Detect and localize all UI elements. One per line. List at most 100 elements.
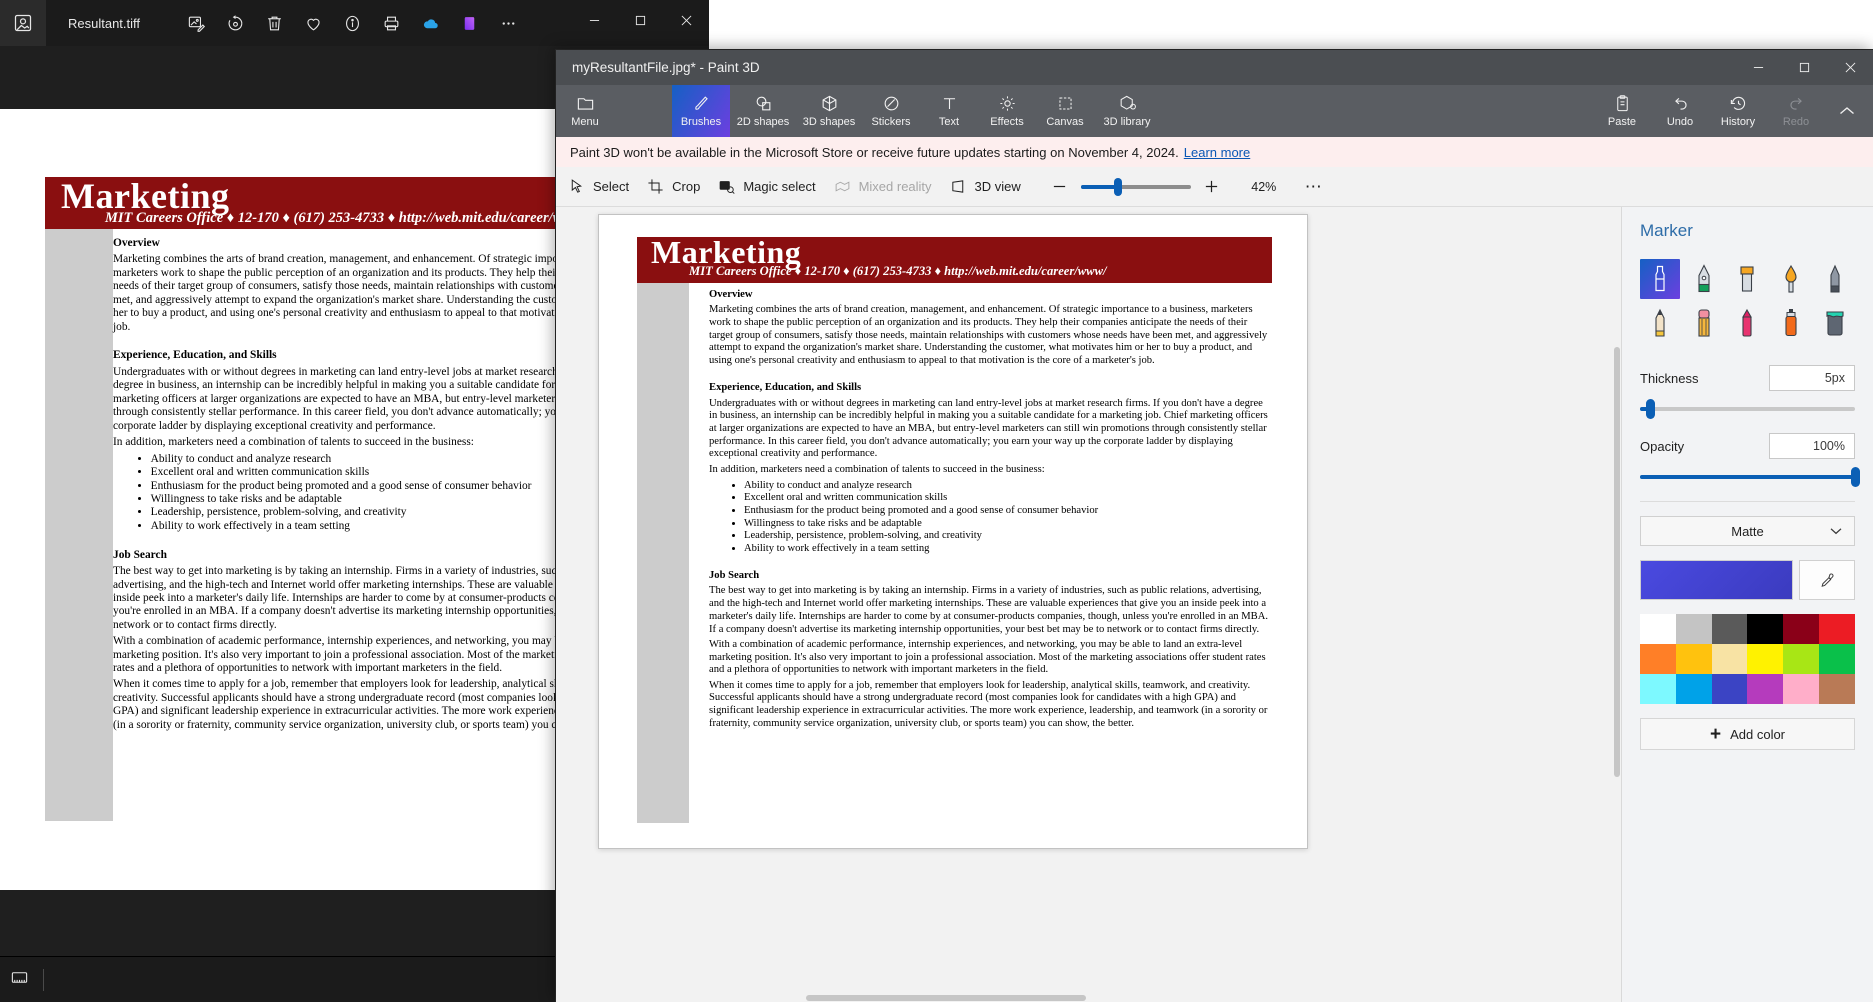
color-swatch[interactable]	[1783, 644, 1820, 674]
ribbon-tab-canvas[interactable]: Canvas	[1036, 85, 1094, 137]
color-swatch[interactable]	[1711, 644, 1748, 674]
ribbon-tab-2d-shapes[interactable]: 2D shapes	[730, 85, 796, 137]
zoom-slider[interactable]	[1080, 177, 1191, 196]
more-ellipsis-icon[interactable]: ⋯	[1305, 177, 1323, 197]
color-swatch[interactable]	[1819, 644, 1855, 674]
color-swatch[interactable]	[1819, 614, 1855, 644]
color-swatch[interactable]	[1640, 674, 1676, 704]
crop-tool-button[interactable]: Crop	[647, 178, 700, 195]
thickness-input[interactable]: 5px	[1769, 365, 1855, 391]
minus-icon[interactable]	[1049, 176, 1071, 198]
ribbon-undo-button[interactable]: Undo	[1651, 85, 1709, 137]
ribbon-tab-text[interactable]: Text	[920, 85, 978, 137]
paint3d-window: myResultantFile.jpg* - Paint 3D Menu Bru…	[556, 50, 1873, 1002]
panel-divider	[1640, 501, 1855, 502]
canvas-horizontal-scrollbar[interactable]	[556, 994, 1621, 1002]
favorite-heart-icon[interactable]	[301, 11, 325, 35]
color-swatch[interactable]	[1819, 674, 1855, 704]
doc-bullet-item: Leadership, persistence, problem-solving…	[744, 530, 1269, 543]
thickness-slider-thumb[interactable]	[1646, 399, 1656, 419]
edit-image-icon[interactable]	[184, 11, 208, 35]
add-color-button[interactable]: + Add color	[1640, 718, 1855, 750]
magic-select-button[interactable]: Magic select	[718, 178, 816, 195]
gradient-tile-icon[interactable]	[457, 11, 481, 35]
fit-to-window-icon[interactable]	[10, 968, 29, 992]
color-swatch[interactable]	[1675, 674, 1712, 704]
opacity-input[interactable]: 100%	[1769, 433, 1855, 459]
minimize-button[interactable]	[571, 0, 617, 40]
color-swatch[interactable]	[1711, 614, 1748, 644]
more-ellipsis-icon[interactable]	[496, 11, 520, 35]
doc-sidebar-paint	[637, 283, 689, 823]
ribbon-tab-stickers[interactable]: Stickers	[862, 85, 920, 137]
paint3d-artboard[interactable]: Marketing MIT Careers Office ♦ 12-170 ♦ …	[598, 214, 1308, 849]
doc-bullet-item: Excellent oral and written communication…	[744, 492, 1269, 505]
opacity-slider-thumb[interactable]	[1850, 467, 1860, 487]
crayon-brush[interactable]	[1728, 303, 1768, 343]
ribbon-paste-button[interactable]: Paste	[1593, 85, 1651, 137]
paint3d-canvas-viewport[interactable]: Marketing MIT Careers Office ♦ 12-170 ♦ …	[556, 207, 1621, 1002]
color-swatch[interactable]	[1747, 614, 1784, 644]
color-swatch[interactable]	[1783, 614, 1820, 644]
color-swatch[interactable]	[1675, 644, 1712, 674]
chevron-up-icon[interactable]	[1825, 85, 1869, 137]
color-swatch[interactable]	[1640, 614, 1676, 644]
opacity-slider[interactable]	[1640, 467, 1860, 487]
photos-file-title: Resultant.tiff	[68, 15, 141, 31]
ribbon-tab-effects[interactable]: Effects	[978, 85, 1036, 137]
color-swatch[interactable]	[1640, 644, 1676, 674]
info-icon[interactable]	[340, 11, 364, 35]
material-select[interactable]: Matte	[1640, 516, 1855, 546]
maximize-button[interactable]	[1781, 50, 1827, 85]
thickness-row: Thickness 5px	[1640, 365, 1855, 391]
deprecation-banner-text: Paint 3D won't be available in the Micro…	[570, 144, 1179, 160]
chevron-down-icon	[1830, 528, 1842, 535]
ribbon-history-button[interactable]: History	[1709, 85, 1767, 137]
onedrive-cloud-icon[interactable]	[418, 11, 442, 35]
print-icon[interactable]	[379, 11, 403, 35]
pixel-pen-brush[interactable]	[1815, 259, 1855, 299]
pencil-brush[interactable]	[1640, 303, 1680, 343]
color-swatch[interactable]	[1747, 644, 1784, 674]
fill-bucket-brush[interactable]	[1815, 303, 1855, 343]
spray-can-brush[interactable]	[1771, 303, 1811, 343]
calligraphy-pen-brush[interactable]	[1684, 259, 1724, 299]
brush-grid	[1640, 259, 1855, 343]
scrollbar-thumb[interactable]	[806, 995, 1086, 1001]
color-swatch[interactable]	[1747, 674, 1784, 704]
eyedropper-icon[interactable]	[1799, 560, 1855, 600]
color-swatch[interactable]	[1675, 614, 1712, 644]
canvas-vertical-scrollbar[interactable]	[1613, 207, 1621, 1002]
delete-icon[interactable]	[262, 11, 286, 35]
learn-more-link[interactable]: Learn more	[1184, 145, 1250, 160]
select-tool-button[interactable]: Select	[568, 178, 629, 195]
ribbon-menu-button[interactable]: Menu	[556, 85, 614, 137]
oil-brush[interactable]	[1728, 259, 1768, 299]
close-button[interactable]	[1827, 50, 1873, 85]
ribbon-action-label: Paste	[1607, 116, 1637, 128]
ribbon-tab-label: 3D shapes	[802, 116, 856, 128]
paint3d-titlebar[interactable]: myResultantFile.jpg* - Paint 3D	[556, 50, 1873, 85]
eraser-brush[interactable]	[1684, 303, 1724, 343]
color-swatch[interactable]	[1711, 674, 1748, 704]
zoom-slider-thumb[interactable]	[1113, 177, 1122, 196]
3d-view-button[interactable]: 3D view	[950, 178, 1021, 195]
doc-bullet-item: Enthusiasm for the product being promote…	[744, 505, 1269, 518]
rotate-icon[interactable]	[223, 11, 247, 35]
marker-brush[interactable]	[1640, 259, 1680, 299]
plus-icon[interactable]	[1201, 176, 1223, 198]
watercolor-brush[interactable]	[1771, 259, 1811, 299]
minimize-button[interactable]	[1735, 50, 1781, 85]
ribbon-action-label: Undo	[1666, 116, 1694, 128]
ribbon-tab-3d-library[interactable]: 3D library	[1094, 85, 1160, 137]
current-color-swatch[interactable]	[1640, 560, 1793, 600]
ribbon-tab-brushes[interactable]: Brushes	[672, 85, 730, 137]
close-button[interactable]	[663, 0, 709, 40]
maximize-button[interactable]	[617, 0, 663, 40]
color-swatch[interactable]	[1783, 674, 1820, 704]
doc-bullet-item: Ability to conduct and analyze research	[744, 480, 1269, 493]
ribbon-tab-3d-shapes[interactable]: 3D shapes	[796, 85, 862, 137]
mixed-reality-button: Mixed reality	[834, 178, 932, 195]
scrollbar-thumb[interactable]	[1614, 347, 1620, 777]
thickness-slider[interactable]	[1640, 399, 1855, 419]
